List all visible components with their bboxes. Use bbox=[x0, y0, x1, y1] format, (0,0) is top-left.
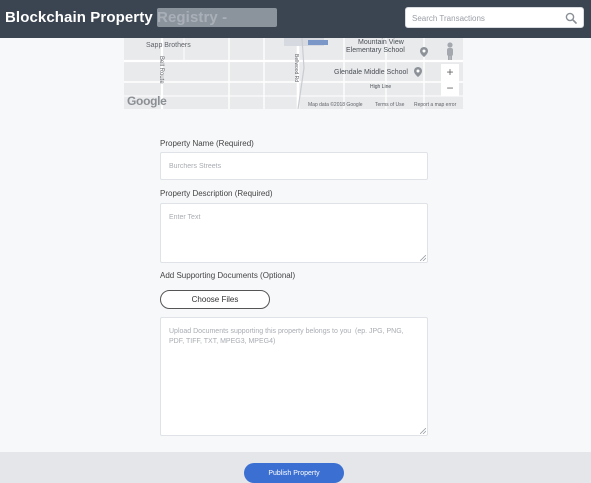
top-navigation-bar: Blockchain Property Registry - bbox=[0, 0, 591, 38]
property-description-label: Property Description (Required) bbox=[160, 189, 273, 198]
street-view-pegman-icon[interactable] bbox=[444, 42, 456, 60]
map-label-high-line: High Line bbox=[370, 84, 392, 90]
map-pin-icon bbox=[414, 67, 422, 77]
map-data-attribution: Map data ©2018 Google bbox=[308, 102, 363, 108]
choose-files-button[interactable]: Choose Files bbox=[160, 290, 270, 309]
map-label-road: Bellwood Rd bbox=[293, 54, 299, 83]
property-name-input[interactable] bbox=[161, 153, 427, 179]
publish-property-button[interactable]: Publish Property bbox=[244, 463, 344, 483]
property-description-textarea[interactable] bbox=[161, 204, 427, 262]
map-label-bell-route: Bell Route bbox=[158, 56, 164, 84]
redacted-property-name bbox=[157, 8, 277, 27]
zoom-out-button[interactable]: − bbox=[441, 80, 459, 96]
map-label-sapp-brothers: Sapp Brothers bbox=[146, 42, 191, 49]
map-terms-link[interactable]: Terms of Use bbox=[375, 102, 404, 108]
map-pin-icon bbox=[420, 47, 428, 57]
map-poi-mountain-view: Mountain View bbox=[358, 39, 404, 46]
property-name-label: Property Name (Required) bbox=[160, 139, 254, 148]
resize-handle-icon[interactable] bbox=[420, 428, 426, 434]
supporting-documents-textarea[interactable] bbox=[161, 318, 427, 435]
google-logo: Google bbox=[127, 94, 167, 108]
resize-handle-icon[interactable] bbox=[420, 255, 426, 261]
map-poi-glendale-middle-school: Glendale Middle School bbox=[334, 69, 408, 76]
property-description-field-wrapper bbox=[160, 203, 428, 263]
search-transactions-input[interactable] bbox=[406, 9, 556, 28]
search-box[interactable] bbox=[405, 7, 584, 28]
property-name-field-wrapper bbox=[160, 152, 428, 180]
zoom-in-button[interactable]: + bbox=[441, 64, 459, 80]
map-poi-elementary-school: Elementary School bbox=[346, 47, 405, 54]
property-map[interactable]: Sapp Brothers Bell Route Bellwood Rd Mou… bbox=[124, 38, 463, 109]
supporting-documents-field-wrapper bbox=[160, 317, 428, 436]
map-report-error-link[interactable]: Report a map error bbox=[414, 102, 456, 108]
search-icon[interactable] bbox=[565, 12, 577, 24]
supporting-documents-label: Add Supporting Documents (Optional) bbox=[160, 271, 296, 280]
